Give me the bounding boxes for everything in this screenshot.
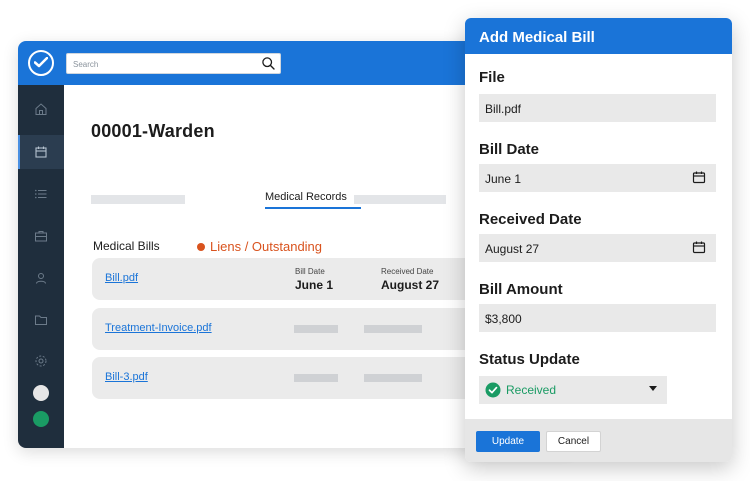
add-medical-bill-dialog: Add Medical Bill File Bill.pdf Bill Date… [465,18,732,462]
bill-file-link[interactable]: Treatment-Invoice.pdf [105,322,212,334]
status-value: Received [506,383,557,397]
user-icon [36,273,46,284]
bill-date-label: Bill Date [295,267,325,276]
home-icon [35,103,47,115]
search-icon[interactable] [261,56,276,71]
sidebar-item-home[interactable] [18,92,64,126]
liens-outstanding-label: Liens / Outstanding [210,239,323,254]
medical-bills-label: Medical Bills [93,239,160,253]
folder-icon [35,315,47,325]
tab-active-indicator [265,207,361,209]
bill-date-field[interactable]: June 1 [479,164,716,192]
bill-amount-field[interactable]: $3,800 [479,304,716,332]
tab-placeholder[interactable] [91,195,185,204]
received-date-field[interactable]: August 27 [479,234,716,262]
placeholder-bar [364,325,422,333]
received-date-field-label: Received Date [479,211,582,228]
sidebar-item-user[interactable] [18,261,64,295]
file-field[interactable]: Bill.pdf [479,94,716,122]
bill-file-link[interactable]: Bill-3.pdf [105,371,148,383]
settings-icon [35,355,47,367]
bill-file-link[interactable]: Bill.pdf [105,272,138,284]
sidebar-item-folder[interactable] [18,303,64,337]
bill-date-value: June 1 [295,278,334,292]
placeholder-bar [294,325,338,333]
chevron-down-icon [649,386,657,391]
sidebar-item-calendar[interactable] [18,135,64,169]
dialog-title: Add Medical Bill [465,18,732,54]
search-input[interactable] [67,55,247,74]
sidebar-item-briefcase[interactable] [18,219,64,253]
case-title: 00001-Warden [91,121,215,141]
tab-medical-records[interactable]: Medical Records [265,191,347,203]
liens-outstanding-link[interactable]: Liens / Outstanding [197,239,322,254]
bill-date-field-value: June 1 [485,172,522,186]
calendar-icon [35,146,47,158]
placeholder-bar [294,374,338,382]
sidebar-item-settings[interactable] [18,344,64,378]
sidebar-item-list[interactable] [18,177,64,211]
bill-date-field-label: Bill Date [479,141,540,158]
bill-amount-label: Bill Amount [479,281,563,298]
update-button[interactable]: Update [476,431,540,452]
search-box [66,53,281,74]
status-dot-online[interactable] [33,411,49,427]
briefcase-icon [35,231,47,242]
warning-dot-icon [197,242,205,251]
calendar-icon[interactable] [692,170,706,184]
logo-icon[interactable] [28,50,54,76]
status-update-label: Status Update [479,351,580,368]
check-circle-icon [485,382,501,398]
received-date-label: Received Date [381,267,434,276]
list-icon [35,189,47,199]
received-date-field-value: August 27 [485,242,540,256]
status-dot-neutral[interactable] [33,385,49,401]
cancel-button[interactable]: Cancel [546,431,601,452]
dialog-footer: Update Cancel [465,419,732,462]
tab-placeholder[interactable] [354,195,446,204]
placeholder-bar [364,374,422,382]
sidebar [18,85,64,448]
file-label: File [479,69,505,86]
received-date-value: August 27 [381,278,440,292]
calendar-icon[interactable] [692,240,706,254]
status-select[interactable]: Received [479,376,667,404]
